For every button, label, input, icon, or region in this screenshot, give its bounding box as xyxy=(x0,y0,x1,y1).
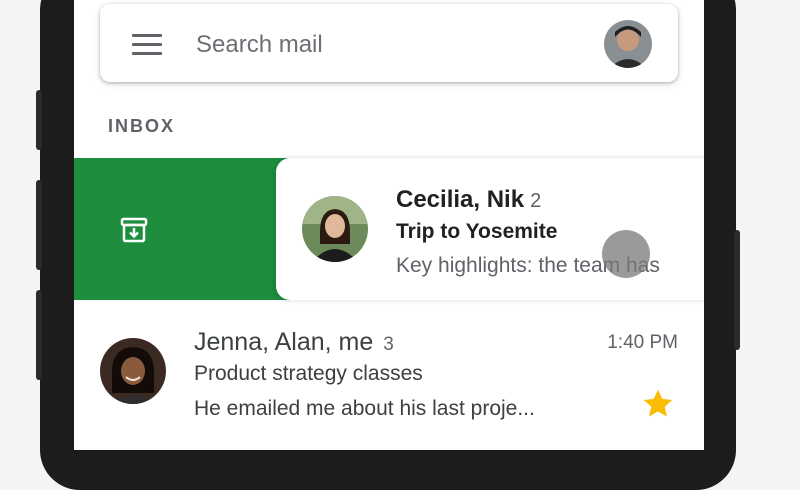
email-sender: Jenna, Alan, me 3 xyxy=(194,328,394,357)
phone-side-button xyxy=(36,180,42,270)
email-subject: Trip to Yosemite xyxy=(396,220,558,243)
thread-count: 2 xyxy=(530,190,542,212)
email-subject: Product strategy classes xyxy=(194,362,423,385)
sender-avatar xyxy=(100,338,166,404)
phone-screen: INBOX Cecilia, Nik2 Trip to Yosemite Key… xyxy=(74,0,704,450)
phone-side-button xyxy=(36,290,42,380)
email-row[interactable]: Jenna, Alan, me 3 1:40 PM Product strateg… xyxy=(74,300,704,450)
touch-indicator xyxy=(602,230,650,278)
account-avatar[interactable] xyxy=(604,20,652,68)
email-sender: Cecilia, Nik 2 xyxy=(396,186,541,214)
archive-icon xyxy=(118,214,150,246)
phone-side-button xyxy=(734,230,740,350)
sender-name: Cecilia, Nik xyxy=(396,186,525,213)
hamburger-menu-icon[interactable] xyxy=(132,34,162,56)
email-snippet: He emailed me about his last proje... xyxy=(194,397,535,420)
sender-name: Jenna, Alan, me xyxy=(194,328,374,356)
phone-side-button xyxy=(36,90,42,150)
email-row-swiping[interactable]: Cecilia, Nik 2 Trip to Yosemite Key highl… xyxy=(276,158,704,300)
search-bar[interactable] xyxy=(100,4,678,82)
thread-count: 3 xyxy=(383,334,394,355)
search-input[interactable] xyxy=(194,24,578,66)
star-icon[interactable] xyxy=(640,386,676,422)
email-time: 1:40 PM xyxy=(607,332,678,353)
inbox-section-label: INBOX xyxy=(108,116,176,136)
sender-avatar xyxy=(302,196,368,262)
